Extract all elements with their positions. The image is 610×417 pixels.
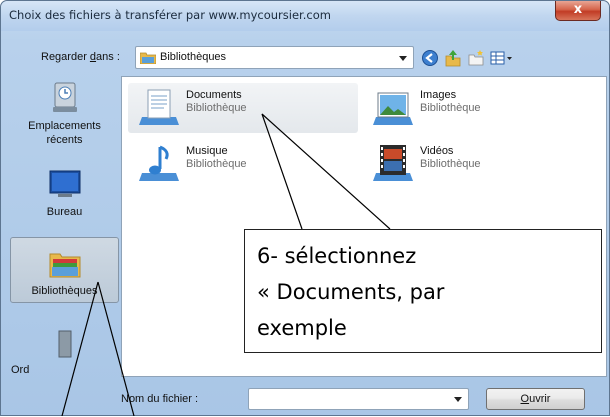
places-bar: Emplacements récents Bureau Bibliothèque… [9, 79, 120, 417]
library-name: Musique [186, 145, 228, 157]
library-subtitle: Bibliothèque [420, 102, 481, 114]
libraries-icon [49, 253, 80, 278]
title-bar[interactable]: Choix des fichiers à transférer par www.… [1, 1, 609, 31]
library-subtitle: Bibliothèque [186, 158, 247, 170]
videos-library-icon [373, 145, 413, 181]
look-in-dropdown[interactable]: Bibliothèques [135, 46, 414, 69]
close-button[interactable]: x [555, 1, 601, 21]
library-videos[interactable]: Vidéos Bibliothèque [362, 139, 592, 189]
place-recent[interactable]: Emplacements récents [9, 79, 120, 149]
annotation-callout: 6- sélectionnez « Documents, par exemple [244, 229, 602, 353]
images-library-icon [373, 92, 413, 125]
place-libraries[interactable]: Bibliothèques [10, 237, 119, 303]
dialog-window: Choix des fichiers à transférer par www.… [0, 0, 610, 416]
chevron-down-icon[interactable] [399, 56, 407, 61]
filename-input[interactable] [248, 388, 469, 410]
filename-label: Nom du fichier : [121, 393, 199, 405]
library-name: Images [420, 89, 457, 101]
place-desktop[interactable]: Bureau [9, 163, 120, 225]
callout-line: « Documents, par [257, 280, 445, 304]
chevron-down-icon[interactable] [454, 397, 462, 402]
look-in-value: Bibliothèques [160, 51, 227, 63]
documents-library-icon [139, 89, 179, 125]
library-images[interactable]: Images Bibliothèque [362, 83, 592, 133]
library-folder-icon [140, 52, 156, 64]
library-subtitle: Bibliothèque [420, 158, 481, 170]
new-folder-icon[interactable] [467, 49, 485, 67]
back-icon[interactable] [421, 49, 439, 67]
desktop-icon [49, 170, 80, 197]
library-documents[interactable]: Documents Bibliothèque [128, 83, 358, 133]
music-library-icon [139, 145, 179, 181]
view-menu-icon[interactable] [490, 49, 514, 67]
open-button[interactable]: Ouvrir [486, 388, 585, 410]
callout-line: exemple [257, 316, 347, 340]
library-music[interactable]: Musique Bibliothèque [128, 139, 358, 189]
library-subtitle: Bibliothèque [186, 102, 247, 114]
library-name: Vidéos [420, 145, 454, 157]
up-folder-icon[interactable] [444, 49, 462, 67]
library-name: Documents [186, 89, 242, 101]
callout-line: 6- sélectionnez [257, 244, 417, 268]
look-in-label: Regarder dans : [41, 51, 120, 63]
place-computer[interactable]: Ord [9, 319, 120, 376]
recent-places-icon [52, 82, 77, 112]
computer-icon [58, 330, 71, 358]
filename-row: Nom du fichier : Ouvrir [1, 385, 610, 417]
window-title: Choix des fichiers à transférer par www.… [9, 8, 331, 22]
look-in-row: Regarder dans : Bibliothèques [1, 45, 610, 71]
